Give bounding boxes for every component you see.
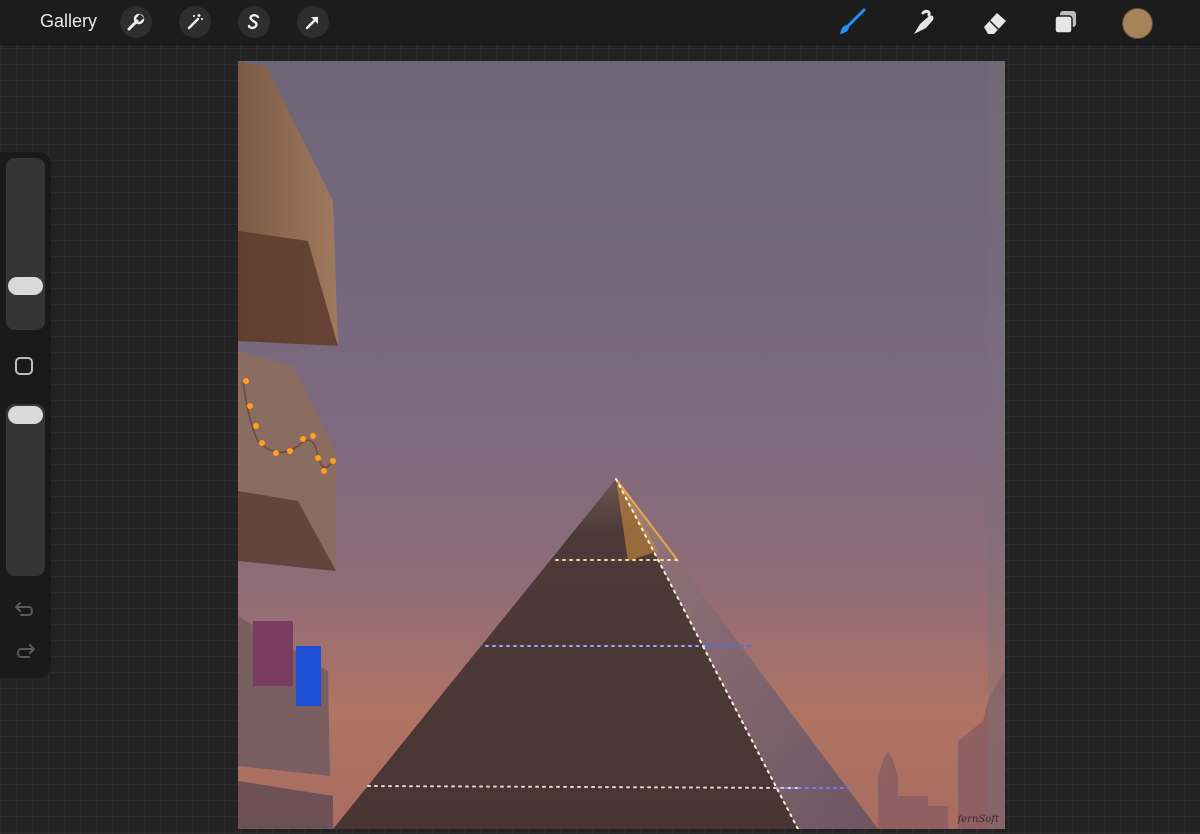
smudge-tool-button[interactable] xyxy=(906,5,940,39)
modify-square-icon[interactable] xyxy=(15,357,33,375)
brush-size-slider[interactable] xyxy=(6,158,45,330)
smudge-icon xyxy=(914,9,934,34)
transform-button[interactable] xyxy=(297,6,329,38)
brush-icon xyxy=(840,8,866,34)
layers-icon xyxy=(1054,11,1076,34)
brush-tool-button[interactable] xyxy=(835,5,869,39)
left-sidebar xyxy=(0,152,51,678)
eraser-icon xyxy=(984,13,1006,34)
drawing-canvas[interactable]: fernSoft xyxy=(238,61,1005,829)
undo-icon xyxy=(15,602,33,616)
selection-s-icon xyxy=(247,14,260,30)
redo-button[interactable] xyxy=(14,642,36,667)
artist-signature: fernSoft xyxy=(957,814,999,825)
selection-button[interactable] xyxy=(238,6,270,38)
top-toolbar: Gallery xyxy=(0,0,1200,45)
color-picker-button[interactable] xyxy=(1122,8,1153,39)
redo-icon xyxy=(17,644,35,658)
opacity-thumb[interactable] xyxy=(8,406,43,424)
wrench-icon xyxy=(127,13,145,31)
transform-arrow-icon xyxy=(305,16,319,30)
layers-button[interactable] xyxy=(1049,5,1083,39)
adjustments-wand-button[interactable] xyxy=(179,6,211,38)
opacity-slider[interactable] xyxy=(6,404,45,576)
artwork xyxy=(238,61,1005,829)
undo-button[interactable] xyxy=(14,600,36,625)
eraser-tool-button[interactable] xyxy=(978,5,1012,39)
brush-size-thumb[interactable] xyxy=(8,277,43,295)
gallery-button[interactable]: Gallery xyxy=(40,11,97,32)
magic-wand-icon xyxy=(187,14,203,30)
actions-wrench-button[interactable] xyxy=(120,6,152,38)
